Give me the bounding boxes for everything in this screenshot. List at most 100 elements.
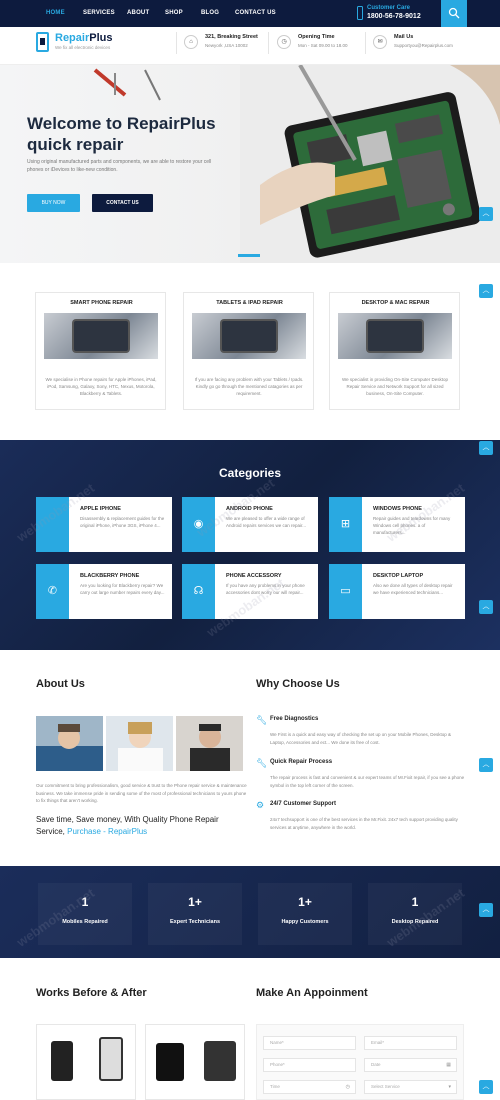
scroll-top-button[interactable]: ︿: [479, 284, 493, 298]
why-item-title: 24/7 Customer Support: [270, 801, 337, 807]
service-title: TABLETS & IPAD REPAIR: [216, 300, 283, 306]
phone-field[interactable]: Phone*: [263, 1058, 356, 1072]
header-divider: [176, 32, 177, 54]
counter-technicians: 1+ Expert Technicians: [148, 883, 242, 945]
why-item-description: The repair process is fast and convenien…: [270, 775, 465, 788]
laptop-icon: ▭: [329, 564, 362, 619]
nav-blog[interactable]: BLOG: [201, 10, 219, 16]
date-field-placeholder: Date: [371, 1062, 381, 1067]
wrench-icon: 🔧︎: [256, 715, 268, 725]
service-card-smartphone[interactable]: SMART PHONE REPAIR We specialise in Phon…: [35, 292, 166, 410]
service-card-desktop[interactable]: DESKTOP & MAC REPAIR We specialist in pr…: [329, 292, 460, 410]
categories-heading: Categories: [218, 466, 282, 480]
purchase-link[interactable]: Purchase - RepairPlus: [67, 827, 147, 836]
home-icon: ⌂: [184, 35, 198, 49]
category-description: Are you looking for Blackberry repair? W…: [80, 583, 165, 595]
chevron-up-icon: ︿: [482, 906, 490, 913]
header-divider: [365, 32, 366, 54]
nav-about[interactable]: ABOUT: [127, 10, 149, 16]
customer-care-number[interactable]: 1800-56-78-9012: [367, 13, 421, 20]
mail-icon: ✉: [373, 35, 387, 49]
counter-number: 1+: [188, 895, 202, 909]
counter-number: 1+: [298, 895, 312, 909]
appointment-heading: Make An Appoinment: [256, 987, 368, 999]
why-heading: Why Choose Us: [256, 678, 340, 690]
service-card-tablet[interactable]: TABLETS & IPAD REPAIR If you are facing …: [183, 292, 314, 410]
nav-contact-us[interactable]: CONTACT US: [235, 10, 276, 16]
repaired-phone-image: [99, 1037, 123, 1081]
work-card-phones[interactable]: [36, 1024, 136, 1100]
hero-title-line-2: quick repair: [27, 135, 124, 154]
chevron-up-icon: ︿: [482, 761, 490, 768]
time-field-placeholder: Time: [270, 1084, 280, 1089]
counter-label: Expert Technicians: [169, 919, 221, 925]
header-divider: [268, 32, 269, 54]
category-title: DESKTOP LAPTOP: [373, 573, 424, 579]
logo-part-2: Plus: [89, 32, 113, 44]
search-button[interactable]: [441, 0, 467, 27]
opening-time-title: Opening Time: [298, 34, 335, 40]
category-card-desktop[interactable]: ▭ DESKTOP LAPTOP Also we done all types …: [329, 564, 465, 619]
scroll-top-button[interactable]: ︿: [479, 207, 493, 221]
hero-title: Welcome to RepairPlus quick repair: [27, 113, 216, 155]
time-field[interactable]: Time ◷: [263, 1080, 356, 1094]
technician-photo-1: [36, 716, 103, 771]
phone-icon: ✆: [36, 564, 69, 619]
category-card-blackberry[interactable]: ✆ BLACKBERRY PHONE Are you looking for B…: [36, 564, 172, 619]
service-select[interactable]: Select Service ▾: [364, 1080, 457, 1094]
why-item-title: Quick Repair Process: [270, 759, 333, 765]
service-description: We specialise in Phone repairs for Apple…: [45, 377, 157, 396]
wrench-icon: 🔧︎: [256, 758, 268, 768]
search-icon: [448, 7, 460, 19]
category-description: We are pleased to offer a wide range of …: [226, 516, 307, 528]
hero-repair-image: [240, 65, 500, 263]
chevron-down-icon: ▾: [448, 1084, 451, 1090]
mail-sub[interactable]: Supportyou@Repairplus.com: [394, 43, 453, 48]
category-title: APPLE IPHONE: [80, 506, 121, 512]
technician-photo-2: [106, 716, 173, 771]
scroll-top-button[interactable]: ︿: [479, 903, 493, 917]
hero-tools-image: [93, 68, 161, 101]
about-tagline: Save time, Save money, With Quality Phon…: [36, 814, 248, 838]
about-description: Our commitment to bring professionalism,…: [36, 783, 247, 803]
broken-tablet-image: [156, 1043, 184, 1081]
calendar-icon: ▦: [446, 1062, 451, 1068]
chevron-up-icon: ︿: [482, 210, 490, 217]
why-item-title: Free Diagnostics: [270, 716, 319, 722]
contact-us-button[interactable]: CONTACT US: [92, 194, 153, 212]
scroll-top-button[interactable]: ︿: [479, 758, 493, 772]
scroll-top-button[interactable]: ︿: [479, 1080, 493, 1094]
logo-phone-icon: [36, 32, 49, 52]
category-description: Also we done all types of desktop repair…: [373, 583, 453, 595]
service-image: [338, 313, 452, 359]
logo-part-1: Repair: [55, 32, 90, 44]
nav-services[interactable]: SERVICES: [83, 10, 115, 16]
windows-icon: ⊞: [329, 497, 362, 552]
category-title: BLACKBERRY PHONE: [80, 573, 140, 579]
hero-description: Using original manufactured parts and co…: [27, 159, 212, 173]
service-description: If you are facing any problem with your …: [194, 377, 304, 396]
email-field[interactable]: Email*: [364, 1036, 457, 1050]
clock-icon: ◷: [277, 35, 291, 49]
address-title: 321, Breaking Street: [205, 34, 258, 40]
support-icon: ⚙: [256, 800, 265, 810]
service-image: [192, 313, 306, 359]
scroll-top-button[interactable]: ︿: [479, 600, 493, 614]
name-field[interactable]: Name*: [263, 1036, 356, 1050]
nav-shop[interactable]: SHOP: [165, 10, 183, 16]
nav-home[interactable]: HOME: [46, 10, 65, 16]
scroll-top-button[interactable]: ︿: [479, 441, 493, 455]
date-field[interactable]: Date ▦: [364, 1058, 457, 1072]
chevron-up-icon: ︿: [482, 287, 490, 294]
headphones-icon: ☊: [182, 564, 215, 619]
logo[interactable]: RepairPlus: [55, 32, 112, 44]
why-item-description: We First is a quick and easy way of chec…: [270, 732, 452, 745]
chevron-up-icon: ︿: [482, 444, 490, 451]
hero-title-line-1: Welcome to RepairPlus: [27, 114, 216, 133]
buy-now-button[interactable]: BUY NOW: [27, 194, 80, 212]
work-card-tablets[interactable]: [145, 1024, 245, 1100]
slider-indicator[interactable]: [238, 254, 260, 257]
counter-label: Happy Customers: [281, 919, 329, 925]
counter-customers: 1+ Happy Customers: [258, 883, 352, 945]
category-description: Disassembly & replacement guides for the…: [80, 516, 165, 528]
